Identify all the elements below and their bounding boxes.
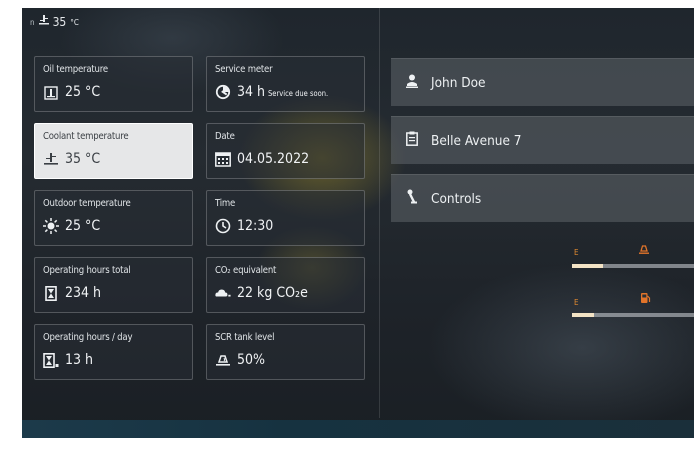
coolant-thermometer-icon bbox=[43, 151, 59, 167]
tile-operating-hours-day[interactable]: Operating hours / day 13 h bbox=[34, 324, 193, 380]
tile-date[interactable]: Date 04.05.2022 bbox=[206, 123, 365, 179]
gauge-empty-letter: E bbox=[574, 248, 579, 257]
menu-item-label: Belle Avenue 7 bbox=[431, 132, 522, 149]
tile-label: SCR tank level bbox=[215, 332, 275, 343]
display-screen: n 35 °C Oil temperature 25 °C Coolant te… bbox=[22, 8, 694, 438]
tile-operating-hours-total[interactable]: Operating hours total 234 h bbox=[34, 257, 193, 313]
menu-item-label: Controls bbox=[431, 190, 482, 207]
tile-coolant-temperature[interactable]: Coolant temperature 35 °C bbox=[34, 123, 193, 179]
tile-time[interactable]: Time 12:30 bbox=[206, 190, 365, 246]
fuel-pump-icon bbox=[640, 292, 651, 307]
scr-fluid-level-bar bbox=[572, 264, 694, 268]
tile-scr-tank-level[interactable]: SCR tank level 50% bbox=[206, 324, 365, 380]
status-bar: n 35 °C bbox=[30, 14, 79, 30]
tile-value: 25 °C bbox=[65, 218, 101, 234]
hourglass-icon bbox=[43, 285, 59, 301]
fuel-level-fill bbox=[572, 313, 594, 317]
co2-cloud-icon bbox=[215, 285, 231, 301]
status-unit: °C bbox=[70, 17, 79, 27]
service-wrench-icon bbox=[215, 84, 231, 100]
tile-label: Operating hours / day bbox=[43, 332, 133, 343]
scr-fluid-icon bbox=[638, 244, 650, 258]
menu-item-address[interactable]: Belle Avenue 7 bbox=[391, 116, 694, 164]
tile-value: 34 h Service due soon. bbox=[237, 84, 328, 100]
tile-service-meter[interactable]: Service meter 34 h Service due soon. bbox=[206, 56, 365, 112]
tile-label: Date bbox=[215, 131, 235, 142]
service-hours: 34 h bbox=[237, 84, 266, 100]
joystick-icon bbox=[403, 189, 421, 208]
fuel-level-bar bbox=[572, 313, 694, 317]
calendar-icon bbox=[215, 151, 231, 167]
gauge-empty-letter: E bbox=[574, 298, 579, 307]
menu-item-user[interactable]: John Doe bbox=[391, 58, 694, 106]
clipboard-icon bbox=[403, 131, 421, 150]
tile-value: 234 h bbox=[65, 285, 102, 301]
menu-item-controls[interactable]: Controls bbox=[391, 174, 694, 222]
hourglass-day-icon bbox=[43, 352, 59, 368]
panel-divider bbox=[379, 8, 380, 418]
tile-value: 50% bbox=[237, 352, 265, 368]
tile-label: Operating hours total bbox=[43, 265, 131, 276]
tile-value: 13 h bbox=[65, 352, 94, 368]
tile-value: 25 °C bbox=[65, 84, 101, 100]
thermometer-icon bbox=[38, 15, 49, 29]
tile-label: Oil temperature bbox=[43, 64, 108, 75]
tile-label: Time bbox=[215, 198, 236, 209]
tile-value: 35 °C bbox=[65, 151, 101, 167]
tile-label: Outdoor temperature bbox=[43, 198, 131, 209]
sun-icon bbox=[43, 218, 59, 234]
scr-tank-icon bbox=[215, 352, 231, 368]
tile-co2-equivalent[interactable]: CO₂ equivalent 22 kg CO₂e bbox=[206, 257, 365, 313]
status-temperature: 35 bbox=[52, 15, 67, 29]
user-icon bbox=[403, 74, 421, 92]
clock-icon bbox=[215, 218, 231, 234]
bottom-strip bbox=[22, 420, 694, 438]
tile-value: 04.05.2022 bbox=[237, 151, 310, 167]
tile-label: Service meter bbox=[215, 64, 273, 75]
tile-value: 12:30 bbox=[237, 218, 274, 234]
status-prefix: n bbox=[30, 17, 35, 27]
tile-outdoor-temperature[interactable]: Outdoor temperature 25 °C bbox=[34, 190, 193, 246]
tile-value: 22 kg CO₂e bbox=[237, 285, 308, 301]
service-note: Service due soon. bbox=[268, 89, 329, 98]
tile-label: Coolant temperature bbox=[43, 131, 129, 142]
tile-label: CO₂ equivalent bbox=[215, 265, 277, 276]
tile-oil-temperature[interactable]: Oil temperature 25 °C bbox=[34, 56, 193, 112]
menu-item-label: John Doe bbox=[431, 74, 486, 91]
oil-thermometer-icon bbox=[43, 84, 59, 100]
scr-fluid-level-fill bbox=[572, 264, 603, 268]
